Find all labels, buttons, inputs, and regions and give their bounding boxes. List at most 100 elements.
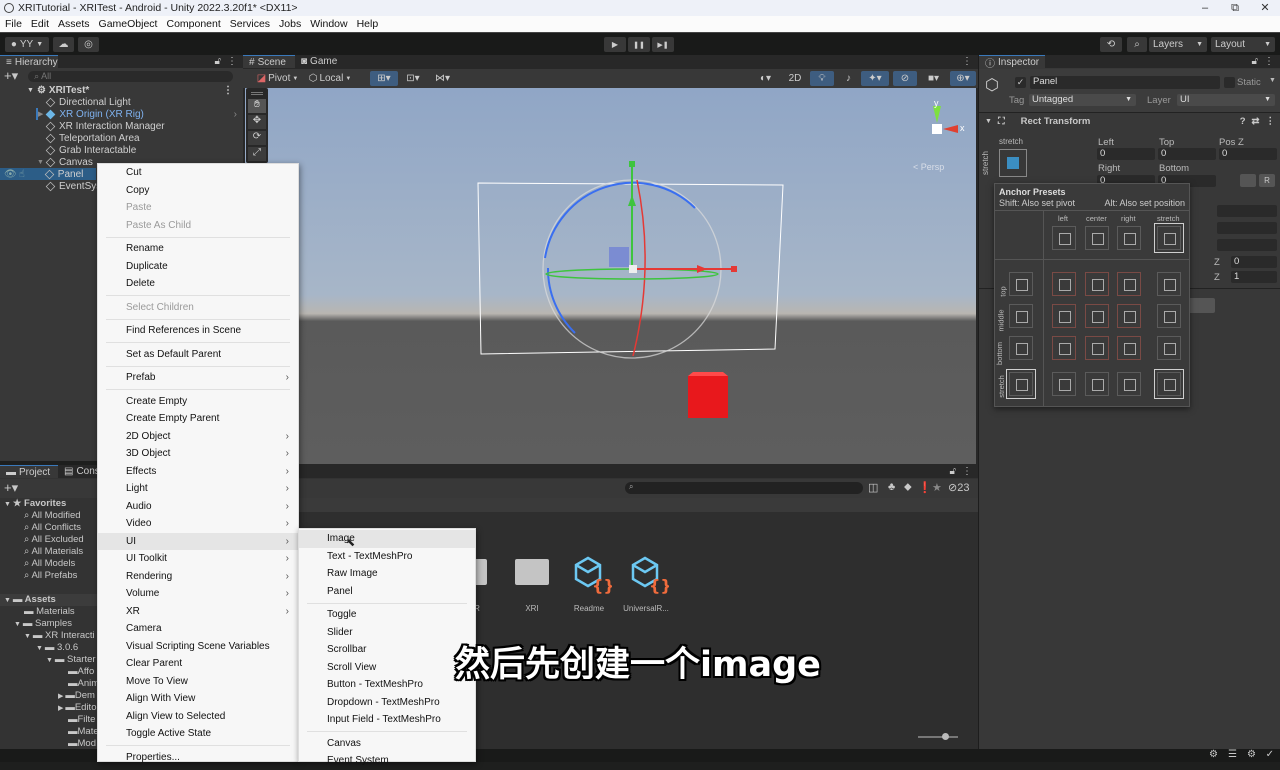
more-menu-icon[interactable]: ⋮ bbox=[223, 85, 233, 96]
folder-item[interactable]: ▼ ▬ Starter bbox=[0, 654, 110, 666]
gizmo-x-axis[interactable] bbox=[943, 125, 958, 133]
asset-folder-xri[interactable] bbox=[515, 559, 549, 585]
menu-item-event-system[interactable]: Event System bbox=[299, 752, 475, 770]
more-menu-icon[interactable]: ⋮ bbox=[962, 466, 972, 477]
anchor-preset-bottom-right[interactable] bbox=[1117, 336, 1141, 360]
menu-item-align-with-view[interactable]: Align With View bbox=[98, 690, 298, 708]
folder-item[interactable]: ▬ Materials bbox=[0, 606, 110, 618]
cache-icon[interactable]: ☰ bbox=[1228, 749, 1237, 760]
tab-scene[interactable]: # Scene bbox=[243, 55, 295, 68]
menu-item-copy[interactable]: Copy bbox=[98, 182, 298, 200]
gizmos-dropdown[interactable]: ⊕▾ bbox=[950, 71, 976, 86]
folder-item[interactable]: ▬Filte bbox=[0, 714, 110, 726]
menu-file[interactable]: File bbox=[0, 18, 26, 30]
left-input[interactable]: 0 bbox=[1097, 148, 1155, 160]
anchor-preset-top-right[interactable] bbox=[1117, 272, 1141, 296]
pickable-icon[interactable]: ☝︎ bbox=[19, 169, 25, 180]
more-menu-icon[interactable]: ⋮ bbox=[1266, 116, 1276, 127]
filter-by-log-icon[interactable]: ❗ bbox=[918, 481, 932, 494]
auto-generate-lighting-icon[interactable]: ⚙ bbox=[1247, 749, 1256, 760]
hierarchy-search-input[interactable]: ⌕ All bbox=[28, 70, 234, 82]
search-by-type-icon[interactable]: ◫ bbox=[868, 481, 878, 494]
favorites-group[interactable]: ▼ ★ Favorites bbox=[0, 498, 110, 510]
layers-dropdown[interactable]: Layers ▼ bbox=[1149, 37, 1207, 52]
anchor-preset-top-center[interactable] bbox=[1085, 272, 1109, 296]
folder-item[interactable]: ▶ ▬Edito bbox=[0, 702, 110, 714]
raw-edit-button[interactable]: R bbox=[1259, 174, 1275, 187]
anchor-preset-right[interactable] bbox=[1117, 226, 1141, 250]
align-button[interactable]: ⋈▾ bbox=[429, 71, 456, 86]
search-button[interactable]: ⌕ bbox=[1127, 37, 1147, 52]
anchor-preset-middle-center[interactable] bbox=[1085, 304, 1109, 328]
menu-item-effects[interactable]: Effects › bbox=[98, 463, 298, 481]
local-dropdown[interactable]: ⬡ Local ▼ bbox=[305, 71, 355, 86]
anchor-preset-middle-right[interactable] bbox=[1117, 304, 1141, 328]
menu-item-prefab[interactable]: Prefab › bbox=[98, 369, 298, 387]
anchor-preset-top-left[interactable] bbox=[1052, 272, 1076, 296]
menu-item-ui[interactable]: UI › bbox=[98, 532, 298, 550]
menu-item-audio[interactable]: Audio › bbox=[98, 498, 298, 516]
menu-item-properties[interactable]: Properties... bbox=[98, 749, 298, 767]
icon-size-slider[interactable] bbox=[918, 733, 958, 740]
folder-item[interactable]: ▬Mate bbox=[0, 726, 110, 738]
scale-z-input[interactable]: 1 bbox=[1231, 271, 1277, 283]
debug-icon[interactable]: ⚙ bbox=[1209, 749, 1218, 760]
folder-item[interactable]: ▬Anim bbox=[0, 678, 110, 690]
tab-game[interactable]: ◙ Game bbox=[295, 55, 345, 68]
grid-snap-button[interactable]: ⊞▾ bbox=[370, 71, 398, 86]
menu-item-set-as-default-parent[interactable]: Set as Default Parent bbox=[98, 346, 298, 364]
anchor-preset-bottom-left[interactable] bbox=[1052, 336, 1076, 360]
anchor-preset-bottom-stretch[interactable] bbox=[1157, 336, 1181, 360]
menu-item-create-empty[interactable]: Create Empty bbox=[98, 393, 298, 411]
favorite-item[interactable]: ⌕ All Models bbox=[0, 558, 110, 570]
anchor-preset-center[interactable] bbox=[1085, 226, 1109, 250]
scene-viewport[interactable]: ✋︎ ✥ ⟳ ⤢ y x < Persp bbox=[245, 88, 976, 464]
more-menu-icon[interactable]: ⋮ bbox=[962, 56, 972, 67]
hierarchy-item[interactable]: Grab Interactable bbox=[0, 144, 243, 156]
menu-component[interactable]: Component bbox=[161, 18, 224, 30]
tab-project[interactable]: ▬ Project bbox=[0, 465, 58, 478]
folder-item[interactable]: ▬Affo bbox=[0, 666, 110, 678]
anchor-preset-top-stretch[interactable] bbox=[1157, 272, 1181, 296]
project-search-input[interactable]: ⌕ bbox=[625, 482, 863, 494]
menu-assets[interactable]: Assets bbox=[53, 18, 94, 30]
layout-dropdown[interactable]: Layout ▼ bbox=[1211, 37, 1275, 52]
anchor-preset-left[interactable] bbox=[1052, 226, 1076, 250]
menu-item-scrollbar[interactable]: Scrollbar bbox=[299, 641, 475, 659]
menu-item-ui-toolkit[interactable]: UI Toolkit › bbox=[98, 550, 298, 568]
hierarchy-item[interactable]: Directional Light bbox=[0, 96, 243, 108]
menu-services[interactable]: Services bbox=[225, 18, 274, 30]
posz-input[interactable]: 0 bbox=[1219, 148, 1277, 160]
minimize-button[interactable]: – bbox=[1190, 0, 1220, 16]
anchor-preset-stretch-center[interactable] bbox=[1085, 372, 1109, 396]
menu-item-toggle[interactable]: Toggle bbox=[299, 606, 475, 624]
menu-item-toggle-active-state[interactable]: Toggle Active State bbox=[98, 725, 298, 743]
menu-item-canvas[interactable]: Canvas bbox=[299, 735, 475, 753]
favorite-item[interactable]: ⌕ All Materials bbox=[0, 546, 110, 558]
anchor-preset-row-stretch[interactable] bbox=[1006, 369, 1036, 399]
tag-dropdown[interactable]: Untagged ▼ bbox=[1029, 94, 1136, 106]
top-input[interactable]: 0 bbox=[1158, 148, 1216, 160]
filter-by-type-icon[interactable]: ♣ bbox=[888, 481, 895, 493]
step-button[interactable]: ▶❚ bbox=[652, 37, 674, 52]
audio-toggle[interactable]: ♪ bbox=[838, 71, 859, 86]
help-icon[interactable]: ? bbox=[1240, 116, 1246, 127]
create-button[interactable]: +▾ bbox=[4, 480, 18, 496]
increment-snap-button[interactable]: ⊡▾ bbox=[400, 71, 426, 86]
menu-item-rename[interactable]: Rename bbox=[98, 240, 298, 258]
hierarchy-item[interactable]: ▶ XR Origin (XR Rig) › bbox=[36, 108, 243, 120]
pivot-dropdown[interactable]: ◪ Pivot ▼ bbox=[253, 71, 302, 86]
folder-item[interactable]: ▼ ▬ Samples bbox=[0, 618, 110, 630]
hierarchy-item[interactable]: Teleportation Area bbox=[0, 132, 243, 144]
layer-dropdown[interactable]: UI ▼ bbox=[1177, 94, 1275, 106]
menu-item-slider[interactable]: Slider bbox=[299, 624, 475, 642]
anchor-preset-stretch-right[interactable] bbox=[1117, 372, 1141, 396]
menu-item-visual-scripting-scene-variables[interactable]: Visual Scripting Scene Variables bbox=[98, 638, 298, 656]
menu-item-xr[interactable]: XR › bbox=[98, 603, 298, 621]
menu-item-panel[interactable]: Panel bbox=[299, 583, 475, 601]
menu-item-scroll-view[interactable]: Scroll View bbox=[299, 659, 475, 677]
menu-item-3d-object[interactable]: 3D Object › bbox=[98, 445, 298, 463]
rect-transform-header[interactable]: ▼ ⛶ Rect Transform ? ⇄ ⋮ bbox=[979, 114, 1280, 128]
undo-history-button[interactable]: ⟲ bbox=[1100, 37, 1122, 52]
lighting-toggle[interactable]: 💡︎ bbox=[810, 71, 834, 86]
